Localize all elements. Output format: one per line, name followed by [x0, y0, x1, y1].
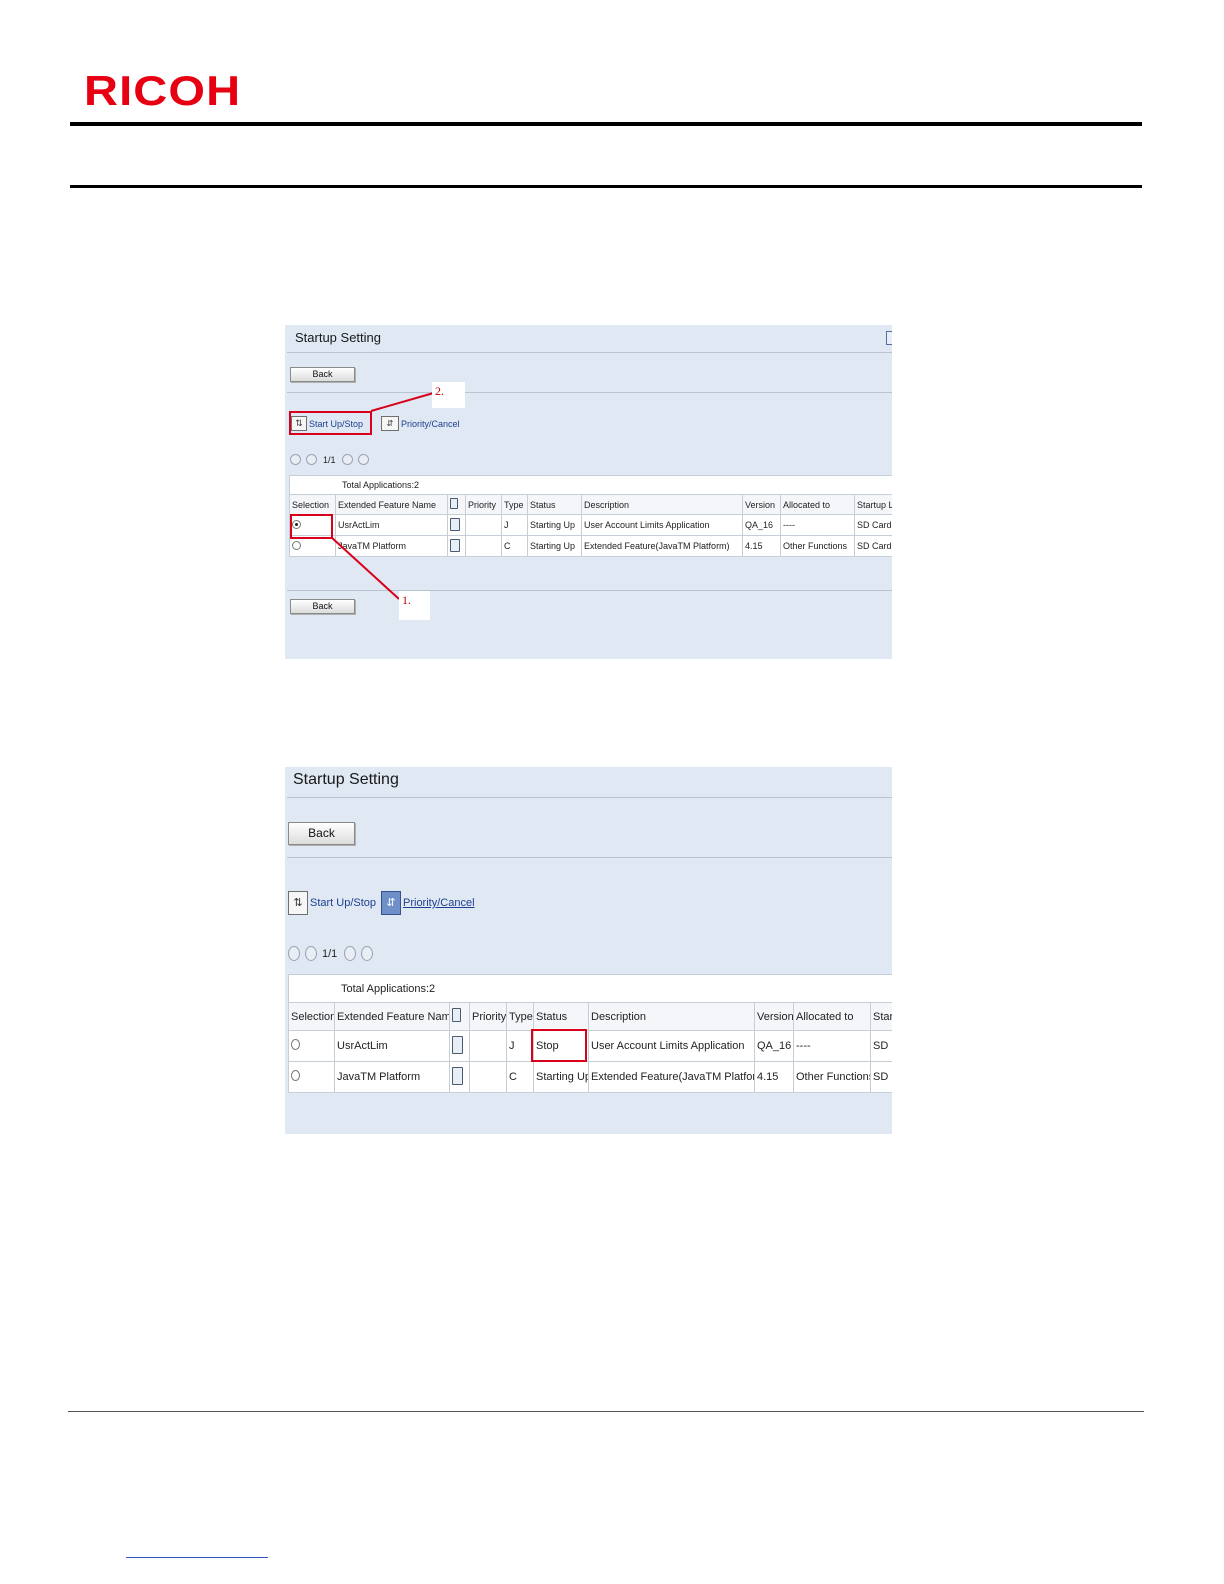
priority-cancel-tool[interactable]: ⇵ Priority/Cancel — [381, 891, 475, 915]
screenshot-before: Startup Setting Back ⇅ Start Up/Stop ⇵ P… — [285, 325, 892, 659]
last-page-icon[interactable] — [361, 946, 374, 961]
details-icon[interactable] — [452, 1035, 463, 1054]
highlight-stop-status — [531, 1029, 587, 1062]
col-version: Version — [754, 1002, 794, 1031]
row-name: UsrActLim — [334, 1030, 450, 1062]
start-stop-icon: ⇅ — [288, 891, 308, 915]
row-allocated: Other Functions — [793, 1061, 871, 1093]
row-details[interactable] — [449, 1061, 470, 1093]
row-version: QA_16 — [754, 1030, 794, 1062]
row-priority — [469, 1061, 507, 1093]
col-status: Status — [533, 1002, 589, 1031]
selection-radio[interactable] — [291, 1039, 300, 1050]
footer-link-underline — [126, 1557, 268, 1558]
table-row[interactable]: JavaTM Platform C Starting Up Extended F… — [288, 1061, 892, 1093]
row-allocated: ---- — [793, 1030, 871, 1062]
row-status: Starting Up — [533, 1061, 589, 1093]
col-priority: Priority — [469, 1002, 507, 1031]
page-indicator: 1/1 — [322, 947, 338, 960]
row-priority — [469, 1030, 507, 1062]
row-details[interactable] — [449, 1030, 470, 1062]
col-type: Type — [506, 1002, 534, 1031]
row-startup: SD C — [869, 1030, 892, 1062]
first-page-icon[interactable] — [288, 946, 300, 961]
col-name: Extended Feature Name — [334, 1002, 450, 1031]
applications-table: Total Applications:2 Selection Extended … — [287, 974, 892, 1093]
start-stop-tool[interactable]: ⇅ Start Up/Stop — [288, 891, 376, 915]
row-description: Extended Feature(JavaTM Platform) — [588, 1061, 755, 1093]
table-row[interactable]: UsrActLim J Stop User Account Limits App… — [288, 1030, 892, 1062]
page-title: Startup Setting — [293, 771, 399, 788]
header-rule-top — [70, 122, 1142, 126]
row-description: User Account Limits Application — [588, 1030, 755, 1062]
next-page-icon[interactable] — [344, 946, 357, 961]
back-button-top[interactable]: Back — [288, 822, 355, 845]
callout-lines — [330, 391, 438, 600]
details-icon[interactable] — [452, 1066, 463, 1085]
ricoh-logo: RICOH — [84, 67, 242, 114]
col-description: Description — [588, 1002, 755, 1031]
col-allocated: Allocated to — [793, 1002, 871, 1031]
document-icon — [452, 1008, 461, 1022]
start-stop-label: Start Up/Stop — [310, 897, 377, 909]
row-name: JavaTM Platform — [334, 1061, 450, 1093]
row-type: J — [506, 1030, 534, 1062]
row-startup: SD C — [869, 1061, 892, 1093]
col-startup: Start — [869, 1002, 892, 1031]
callout-2: 2. — [432, 382, 465, 408]
screenshot-after: Startup Setting Back ⇅ Start Up/Stop ⇵ P… — [285, 767, 892, 1134]
col-selection: Selection — [288, 1002, 335, 1031]
selection-radio[interactable] — [291, 1070, 300, 1081]
header-rule-bottom — [70, 185, 1142, 188]
col-details — [449, 1002, 470, 1031]
pager: 1/1 — [288, 946, 374, 961]
row-version: 4.15 — [754, 1061, 794, 1093]
row-select-cell[interactable] — [288, 1030, 335, 1062]
footer-rule — [68, 1411, 1144, 1412]
row-type: C — [506, 1061, 534, 1093]
priority-cancel-label: Priority/Cancel — [403, 897, 475, 909]
row-select-cell[interactable] — [288, 1061, 335, 1093]
prev-page-icon[interactable] — [305, 946, 317, 961]
priority-cancel-icon: ⇵ — [381, 891, 401, 915]
callout-1: 1. — [399, 591, 430, 620]
divider — [287, 797, 892, 798]
divider — [287, 857, 892, 858]
total-applications: Total Applications:2 — [287, 974, 892, 1003]
